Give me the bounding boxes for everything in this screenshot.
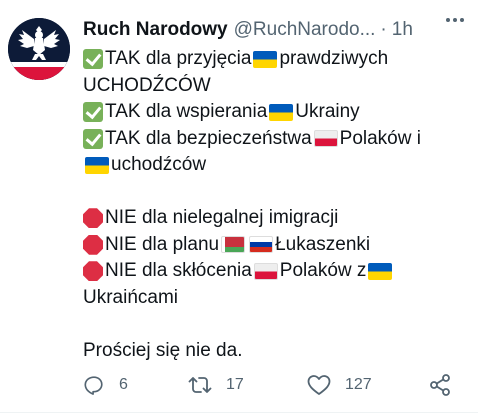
author-handle[interactable]: @RuchNarodo... [234,18,376,42]
tweet-text-segment: TAK dla przyjęcia [105,48,252,69]
poland-flag-icon [313,130,338,148]
tweet-line: NIE dla skłócenia Polaków z [83,258,468,285]
like-button[interactable]: 127 [307,370,372,400]
ukraine-flag-icon [253,50,278,68]
check-mark-icon [83,102,103,123]
timestamp[interactable]: 1h [392,18,413,42]
tweet-text-segment: Polaków z [279,260,367,281]
tweet-text-segment: NIE dla nielegalnej imigracji [105,207,339,228]
tweet-line: UCHODŹCÓW [83,73,468,100]
ukraine-flag-icon [368,262,393,280]
tweet-line: Prościej się nie da. [83,338,468,365]
tweet-line: Ukraińcami [83,285,468,312]
stop-sign-icon [83,208,103,229]
ukraine-flag-icon [85,156,109,174]
avatar[interactable] [8,18,70,80]
tweet-line: uchodźców [83,152,468,179]
stop-sign-icon [83,261,103,282]
like-count: 127 [345,376,372,393]
tweet-text-segment: NIE dla planu [105,233,220,255]
tweet-text-segment: TAK dla wspierania [105,101,268,122]
tweet-text-segment: Ukrainy [295,101,360,122]
tweet-text-segment: prawdziwych [279,48,389,69]
tweet-line: NIE dla nielegalnej imigracji [83,205,468,232]
tweet-text-segment: Prościej się nie da. [83,339,243,361]
eagle-logo-icon [8,18,70,80]
heart-icon [307,375,331,395]
tweet-line: TAK dla bezpieczeństwa Polaków i [83,126,468,153]
author-name[interactable]: Ruch Narodowy [83,18,228,42]
tweet-line: NIE dla planu Łukaszenki [83,232,468,259]
tweet-text-segment: UCHODŹCÓW [83,74,211,96]
ukraine-flag-icon [269,103,294,121]
tweet-text-segment: Łukaszenki [275,233,371,255]
tweet-text-segment: TAK dla bezpieczeństwa [105,127,312,149]
check-mark-icon [83,49,103,70]
stop-sign-icon [83,234,103,255]
russia-flag-icon [249,236,274,254]
reply-count: 6 [119,376,128,393]
tweet-text-segment: Ukraińcami [83,286,179,308]
tweet-text-segment: NIE dla skłócenia [105,260,252,281]
tweet-actions: 6 17 127 [83,370,465,400]
more-options-icon[interactable] [446,18,464,22]
tweet-text-segment: Polaków i [339,127,421,149]
tweet-line: TAK dla przyjęcia prawdziwych [83,46,468,73]
retweet-count: 17 [226,376,244,393]
retweet-icon [188,377,212,393]
share-icon [430,374,450,396]
tweet-line: TAK dla wspierania Ukrainy [83,99,468,126]
reply-icon [84,376,103,395]
tweet-text: TAK dla przyjęcia prawdziwych UCHODŹCÓW TAK… [83,46,468,364]
belarus-flag-icon [221,236,246,254]
retweet-button[interactable]: 17 [188,370,244,400]
check-mark-icon [83,128,103,149]
tweet-text-segment: uchodźców [111,154,207,175]
reply-button[interactable]: 6 [83,370,128,400]
share-button[interactable] [428,370,452,400]
tweet-header: Ruch Narodowy @RuchNarodo... · 1h [83,18,438,42]
separator-dot: · [380,19,387,40]
poland-flag-icon [253,262,278,280]
tweet[interactable]: Ruch Narodowy @RuchNarodo... · 1h TAK dl… [0,0,478,413]
